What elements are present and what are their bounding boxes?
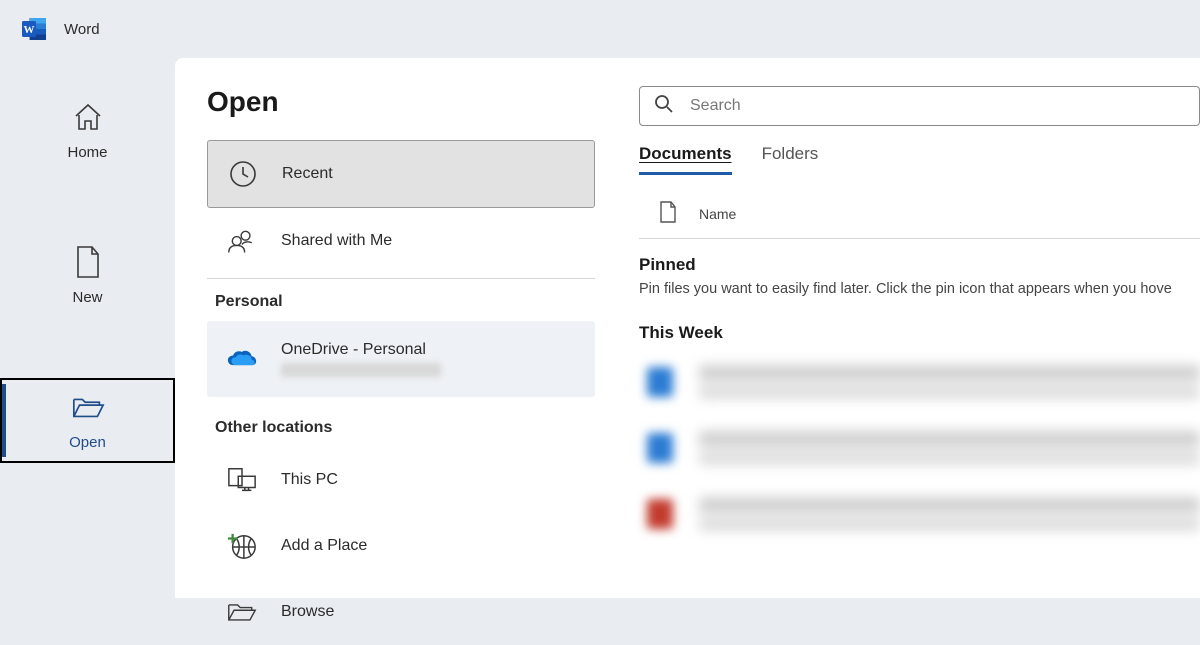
page-title: Open xyxy=(207,86,595,118)
tab-folders[interactable]: Folders xyxy=(762,144,819,175)
doc-icon xyxy=(647,433,673,463)
nav-open[interactable]: Open xyxy=(0,378,175,463)
nav-home[interactable]: Home xyxy=(0,88,175,173)
location-onedrive[interactable]: OneDrive - Personal xyxy=(207,321,595,397)
location-this-pc-label: This PC xyxy=(281,471,338,489)
doc-name-redacted xyxy=(699,431,1200,465)
app-header: W Word xyxy=(0,0,1200,58)
home-icon xyxy=(71,100,105,134)
column-name[interactable]: Name xyxy=(699,206,736,222)
location-recent[interactable]: Recent xyxy=(207,140,595,208)
nav-new[interactable]: New xyxy=(0,233,175,318)
location-browse[interactable]: Browse xyxy=(207,579,595,645)
location-add-place-label: Add a Place xyxy=(281,537,367,555)
doc-icon xyxy=(647,367,673,397)
people-icon xyxy=(227,226,257,256)
filter-tabs: Documents Folders xyxy=(639,144,1200,175)
svg-text:W: W xyxy=(24,24,35,36)
nav-open-label: Open xyxy=(69,434,106,451)
document-row[interactable] xyxy=(639,481,1200,547)
location-onedrive-label: OneDrive - Personal xyxy=(281,341,441,359)
doc-name-redacted xyxy=(699,497,1200,531)
location-this-pc[interactable]: This PC xyxy=(207,447,595,513)
location-add-place[interactable]: Add a Place xyxy=(207,513,595,579)
locations-column: Open Recent xyxy=(207,86,595,598)
word-logo-icon: W xyxy=(22,18,46,40)
document-list: Documents Folders Name Pinned Pin files … xyxy=(639,86,1200,598)
group-pinned: Pinned xyxy=(639,239,1200,281)
group-this-week: This Week xyxy=(639,307,1200,349)
nav-home-label: Home xyxy=(67,144,107,161)
backstage-nav: Home New Open xyxy=(0,58,175,598)
section-other: Other locations xyxy=(207,405,595,447)
clock-icon xyxy=(228,159,258,189)
document-glyph-icon xyxy=(659,201,677,226)
main: Home New Open Open xyxy=(0,58,1200,598)
onedrive-icon xyxy=(227,344,257,374)
tab-documents[interactable]: Documents xyxy=(639,144,732,175)
doc-icon xyxy=(647,499,673,529)
column-headers: Name xyxy=(639,193,1200,239)
open-panel: Open Recent xyxy=(175,58,1200,598)
add-place-icon xyxy=(227,531,257,561)
browse-folder-icon xyxy=(227,597,257,627)
document-row[interactable] xyxy=(639,415,1200,481)
app-title: Word xyxy=(64,21,100,38)
location-shared-label: Shared with Me xyxy=(281,232,392,250)
section-personal: Personal xyxy=(207,278,595,321)
this-pc-icon xyxy=(227,465,257,495)
nav-new-label: New xyxy=(72,289,102,306)
doc-name-redacted xyxy=(699,365,1200,399)
search-icon xyxy=(654,94,674,119)
new-document-icon xyxy=(71,245,105,279)
onedrive-account-redacted xyxy=(281,363,441,377)
group-pinned-hint: Pin files you want to easily find later.… xyxy=(639,281,1200,307)
location-shared[interactable]: Shared with Me xyxy=(207,208,595,274)
location-browse-label: Browse xyxy=(281,603,334,621)
document-row[interactable] xyxy=(639,349,1200,415)
search-input[interactable] xyxy=(690,97,1185,115)
location-recent-label: Recent xyxy=(282,165,333,183)
open-folder-icon xyxy=(71,390,105,424)
search-box[interactable] xyxy=(639,86,1200,126)
